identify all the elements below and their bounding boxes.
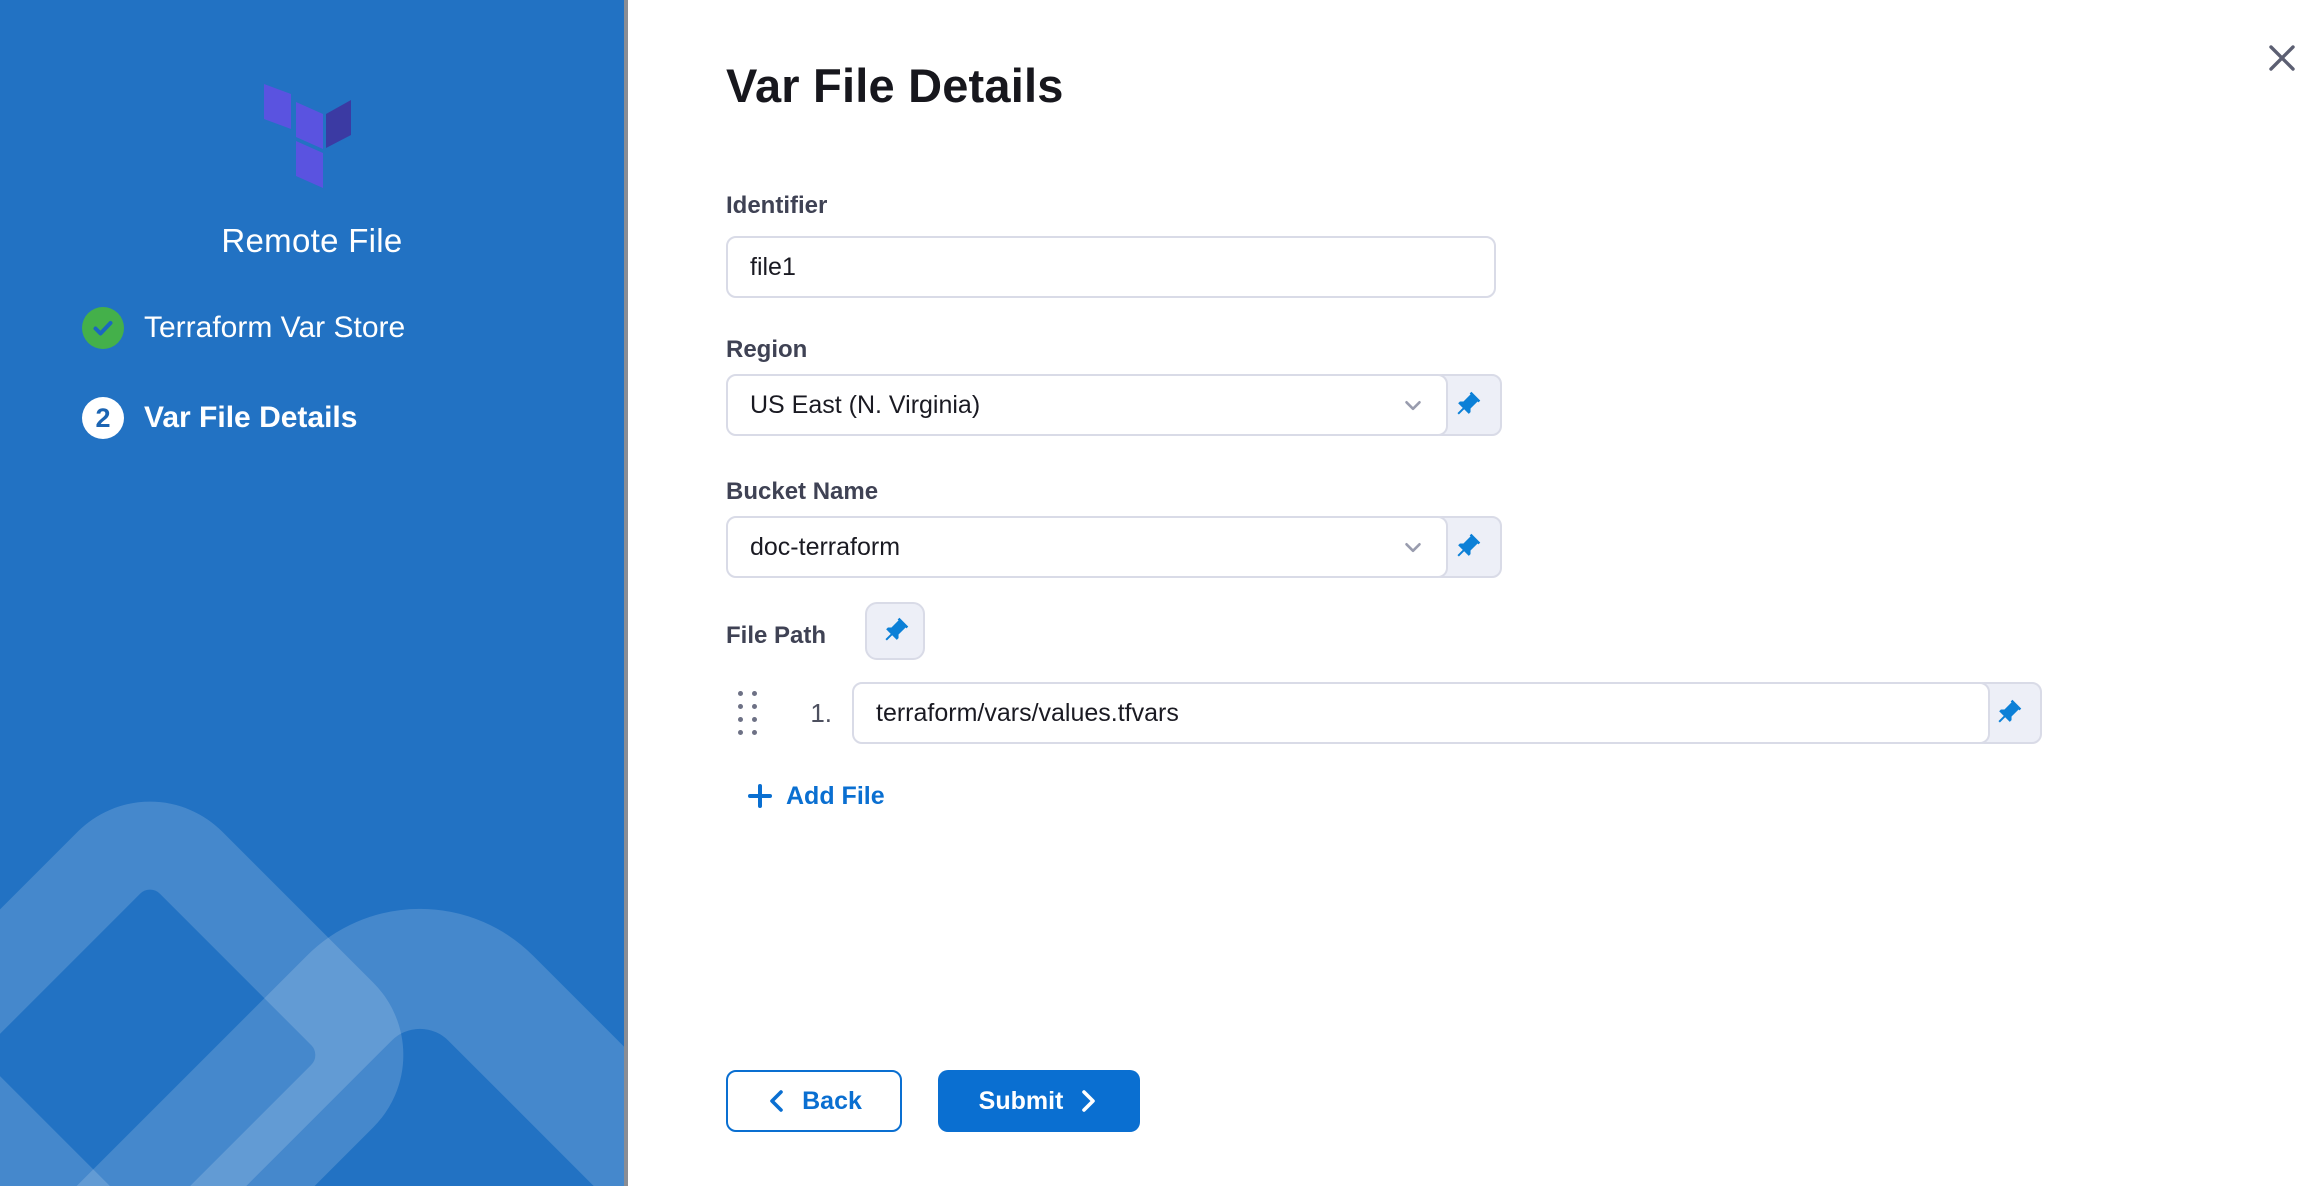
- bucket-name-field: doc-terraform: [726, 516, 1502, 578]
- wizard-footer: Back Submit: [726, 1070, 1140, 1132]
- step-number-badge: 2: [82, 397, 124, 439]
- back-label: Back: [802, 1087, 862, 1116]
- region-select[interactable]: US East (N. Virginia): [726, 374, 1448, 436]
- pushpin-icon: [1452, 532, 1482, 562]
- region-label: Region: [726, 336, 807, 364]
- bucket-name-label: Bucket Name: [726, 478, 878, 506]
- step-label: Terraform Var Store: [144, 311, 405, 345]
- step-var-file-details[interactable]: 2 Var File Details: [82, 397, 357, 439]
- add-file-button[interactable]: Add File: [746, 776, 885, 816]
- step-completed-check-icon: [82, 307, 124, 349]
- page-title: Var File Details: [726, 58, 1064, 113]
- terraform-logo-icon: [264, 84, 352, 189]
- identifier-label: Identifier: [726, 192, 827, 220]
- add-file-label: Add File: [786, 782, 885, 811]
- var-file-modal: Remote File Terraform Var Store 2 Var Fi…: [0, 0, 2318, 1186]
- pushpin-icon: [1452, 390, 1482, 420]
- pushpin-icon: [880, 616, 910, 646]
- var-file-details-panel: Var File Details Identifier Region US Ea…: [628, 0, 2318, 1186]
- step-label: Var File Details: [144, 401, 357, 435]
- region-value: US East (N. Virginia): [750, 391, 980, 420]
- wizard-sidebar: Remote File Terraform Var Store 2 Var Fi…: [0, 0, 624, 1186]
- chevron-down-icon: [1400, 392, 1426, 418]
- file-path-row: 1.: [628, 682, 2318, 744]
- close-icon[interactable]: [2262, 38, 2302, 78]
- chevron-left-icon: [766, 1088, 788, 1114]
- bucket-name-select[interactable]: doc-terraform: [726, 516, 1448, 578]
- pushpin-icon: [1993, 698, 2023, 728]
- region-field: US East (N. Virginia): [726, 374, 1502, 436]
- step-terraform-var-store[interactable]: Terraform Var Store: [82, 307, 405, 349]
- drag-handle-icon[interactable]: [738, 691, 757, 735]
- chevron-right-icon: [1077, 1088, 1099, 1114]
- file-path-input[interactable]: [852, 682, 1990, 744]
- chevron-down-icon: [1400, 534, 1426, 560]
- file-path-row-index: 1.: [780, 698, 832, 729]
- bucket-name-value: doc-terraform: [750, 533, 900, 562]
- wizard-title: Remote File: [0, 222, 624, 260]
- file-path-label: File Path: [726, 622, 826, 650]
- file-path-pin-button[interactable]: [865, 602, 925, 660]
- submit-label: Submit: [979, 1087, 1064, 1116]
- identifier-input[interactable]: [726, 236, 1496, 298]
- submit-button[interactable]: Submit: [938, 1070, 1140, 1132]
- back-button[interactable]: Back: [726, 1070, 902, 1132]
- plus-icon: [746, 782, 774, 810]
